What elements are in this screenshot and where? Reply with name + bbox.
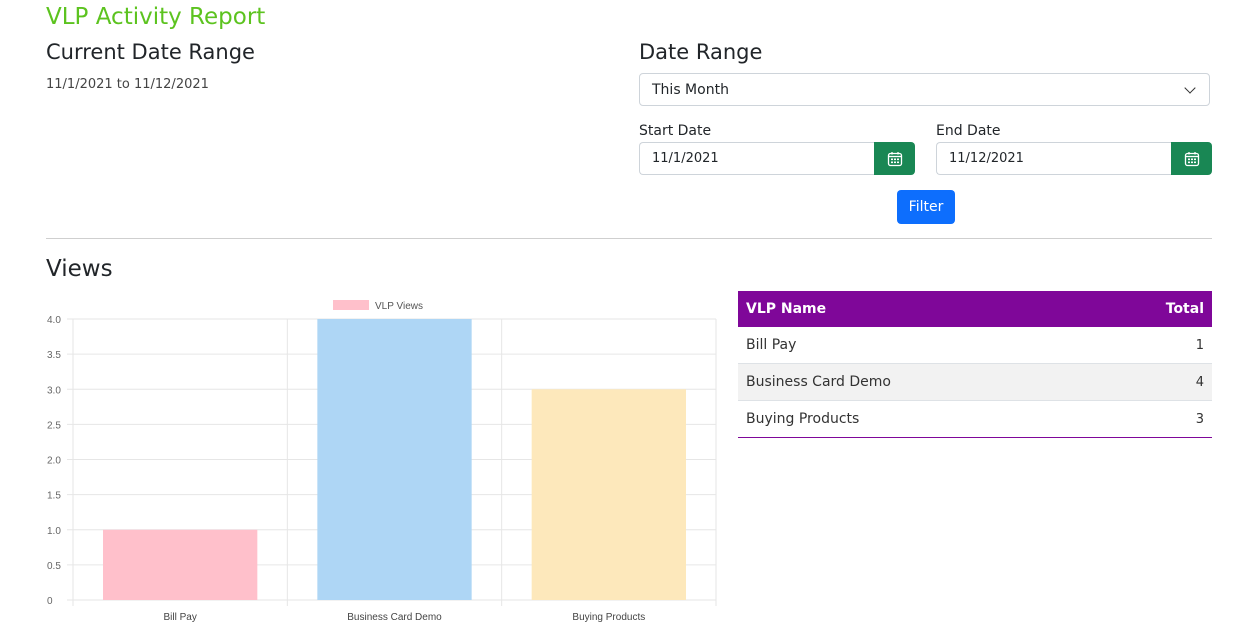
date-range-heading: Date Range	[639, 40, 763, 64]
date-range-selected-value: This Month	[652, 81, 729, 98]
table-header-row: VLP Name Total	[738, 291, 1212, 327]
page-title: VLP Activity Report	[46, 4, 266, 30]
legend-label: VLP Views	[375, 301, 423, 312]
y-tick-label: 0.5	[47, 561, 61, 572]
y-tick-label: 3.5	[47, 350, 61, 361]
y-tick-label: 1.0	[47, 526, 61, 537]
chevron-down-icon	[1184, 81, 1196, 94]
y-tick-label: 2.5	[47, 420, 61, 431]
calendar-icon	[1184, 151, 1199, 166]
start-date-input[interactable]	[639, 142, 874, 175]
end-date-group	[936, 142, 1212, 175]
calendar-icon	[887, 151, 902, 166]
x-tick-label: Buying Products	[572, 612, 645, 623]
total-cell: 1	[1092, 327, 1212, 364]
column-header-vlp-name: VLP Name	[738, 291, 1093, 327]
end-date-calendar-button[interactable]	[1171, 142, 1212, 175]
total-cell: 3	[1092, 400, 1212, 438]
date-range-select[interactable]: This Month	[639, 73, 1210, 106]
bar-1	[317, 319, 472, 600]
table-row: Bill Pay 1	[738, 327, 1212, 364]
y-tick-label: 4.0	[47, 315, 61, 326]
legend-swatch	[333, 300, 369, 310]
section-divider	[46, 238, 1212, 239]
x-tick-label: Bill Pay	[163, 612, 196, 623]
filter-button[interactable]: Filter	[897, 190, 955, 224]
start-date-label: Start Date	[639, 123, 712, 139]
end-date-label: End Date	[936, 123, 1001, 139]
views-bar-chart: 0 0.5 1.0 1.5 2.0 2.5 3.0 3.5 4.0 Bill Pay Busines…	[47, 300, 717, 623]
column-header-total: Total	[1092, 291, 1212, 327]
vlp-name-cell: Buying Products	[738, 400, 1093, 438]
total-cell: 4	[1092, 363, 1212, 401]
y-tick-label: 3.0	[47, 385, 61, 396]
vlp-activity-report-page: VLP Activity Report Current Date Range 1…	[0, 0, 1259, 637]
views-heading: Views	[46, 256, 113, 282]
current-date-range-heading: Current Date Range	[46, 40, 255, 64]
y-tick-label: 0	[47, 596, 53, 607]
vlp-name-cell: Bill Pay	[738, 327, 1093, 364]
vlp-name-cell: Business Card Demo	[738, 363, 1093, 401]
bar-2	[531, 389, 686, 600]
table-row: Business Card Demo 4	[738, 363, 1212, 401]
y-tick-label: 1.5	[47, 491, 61, 502]
vlp-views-table: VLP Name Total Bill Pay 1 Business Card …	[738, 291, 1212, 438]
y-tick-label: 2.0	[47, 456, 61, 467]
bar-0	[103, 529, 258, 600]
end-date-input[interactable]	[936, 142, 1171, 175]
start-date-group	[639, 142, 915, 175]
table-row: Buying Products 3	[738, 400, 1212, 438]
start-date-calendar-button[interactable]	[874, 142, 915, 175]
current-date-range-value: 11/1/2021 to 11/12/2021	[46, 77, 209, 92]
x-tick-label: Business Card Demo	[347, 612, 442, 623]
